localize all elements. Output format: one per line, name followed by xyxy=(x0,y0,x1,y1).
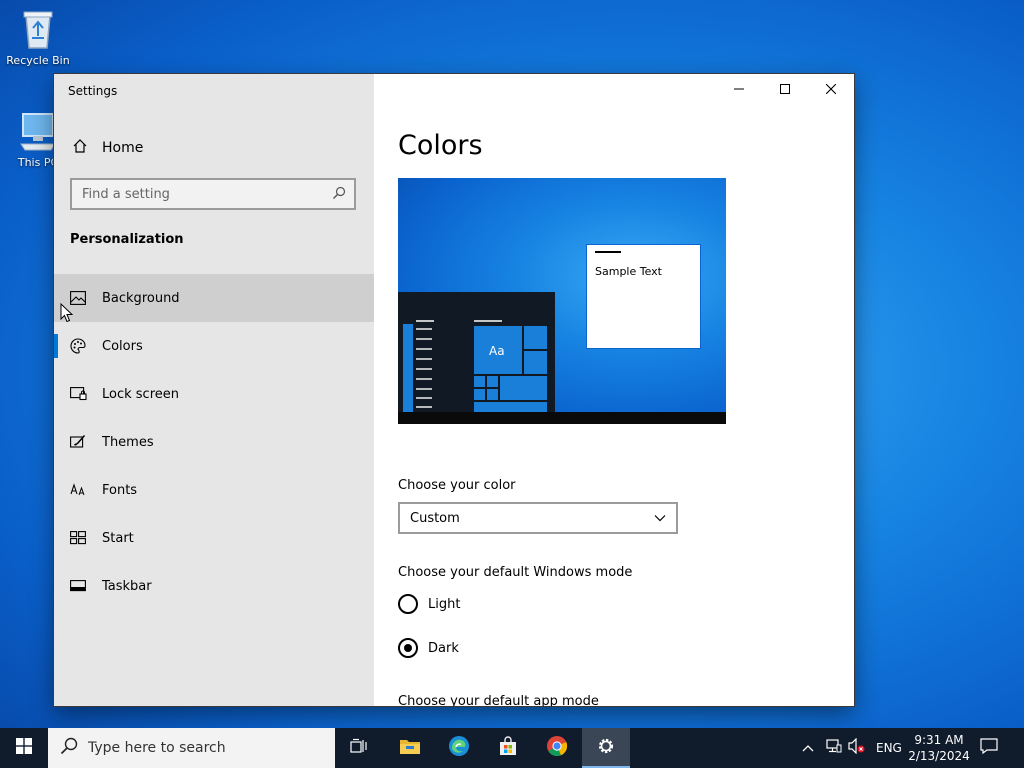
nav-item-start[interactable]: Start xyxy=(54,514,374,562)
nav-item-label: Background xyxy=(102,290,180,306)
choose-color-label: Choose your color xyxy=(398,478,516,493)
close-button[interactable] xyxy=(808,74,854,106)
color-select-value: Custom xyxy=(410,510,460,526)
search-input[interactable] xyxy=(72,180,322,208)
palette-icon xyxy=(70,338,88,354)
file-explorer-button[interactable] xyxy=(386,728,434,768)
nav-item-lock-screen[interactable]: Lock screen xyxy=(54,370,374,418)
taskbar-icon xyxy=(70,580,88,592)
edge-icon xyxy=(448,735,470,761)
color-preview: Aa Sample Text xyxy=(398,178,726,424)
find-setting-search[interactable] xyxy=(70,178,356,210)
nav-item-themes[interactable]: Themes xyxy=(54,418,374,466)
task-view-button[interactable] xyxy=(336,728,384,768)
taskbar: Type here to search ENG 9:31 AM 2/13/202… xyxy=(0,728,1024,768)
start-layout-icon xyxy=(70,531,88,545)
fonts-icon xyxy=(70,483,88,497)
nav-item-label: Themes xyxy=(102,434,154,450)
brush-icon xyxy=(70,434,88,450)
chevron-up-icon xyxy=(802,741,814,756)
close-icon xyxy=(825,83,837,98)
start-button[interactable] xyxy=(0,728,48,768)
preview-sample-window: Sample Text xyxy=(586,244,701,349)
home-label: Home xyxy=(102,140,144,156)
home-link[interactable]: Home xyxy=(54,132,374,164)
nav-item-taskbar[interactable]: Taskbar xyxy=(54,562,374,610)
preview-title-bar xyxy=(595,251,621,253)
preview-taskbar xyxy=(398,412,726,424)
navigation-pane: Settings Home Personalization Background xyxy=(54,74,374,706)
chrome-button[interactable] xyxy=(533,728,581,768)
nav-item-label: Taskbar xyxy=(102,578,152,594)
volume-button[interactable] xyxy=(848,728,866,768)
color-select-dropdown[interactable]: Custom xyxy=(398,502,678,534)
nav-item-background[interactable]: Background xyxy=(54,274,374,322)
nav-item-label: Start xyxy=(102,530,134,546)
radio-label: Dark xyxy=(428,640,459,656)
maximize-icon xyxy=(780,83,790,98)
store-button[interactable] xyxy=(484,728,532,768)
nav-item-label: Colors xyxy=(102,338,143,354)
clock-date: 2/13/2024 xyxy=(908,749,970,763)
notification-icon xyxy=(980,738,998,758)
windows-mode-label: Choose your default Windows mode xyxy=(398,565,633,580)
nav-item-colors[interactable]: Colors xyxy=(54,322,374,370)
network-button[interactable] xyxy=(826,728,842,768)
chevron-down-icon xyxy=(654,511,666,526)
task-view-icon xyxy=(350,738,370,758)
section-heading: Personalization xyxy=(70,232,184,247)
settings-window: Settings Home Personalization Background xyxy=(54,74,854,706)
desktop-icon-recycle-bin[interactable]: Recycle Bin xyxy=(0,6,76,67)
input-language[interactable]: ENG xyxy=(876,728,902,768)
app-mode-label: Choose your default app mode xyxy=(398,694,599,706)
taskbar-search-placeholder: Type here to search xyxy=(88,740,226,756)
radio-dark[interactable]: Dark xyxy=(398,638,459,658)
taskbar-search-box[interactable]: Type here to search xyxy=(48,728,335,768)
windows-logo-icon xyxy=(16,738,32,758)
volume-muted-icon xyxy=(848,737,866,758)
store-icon xyxy=(498,736,518,760)
network-icon xyxy=(826,739,842,757)
settings-taskbar-button[interactable] xyxy=(582,728,630,768)
settings-icon xyxy=(596,736,616,760)
preview-sample-text: Sample Text xyxy=(595,265,662,278)
preview-start-menu: Aa xyxy=(398,292,555,412)
selection-indicator xyxy=(54,334,58,358)
preview-tile-text: Aa xyxy=(489,344,505,358)
radio-label: Light xyxy=(428,596,461,612)
recycle-bin-icon xyxy=(15,6,61,52)
radio-button-light[interactable] xyxy=(398,594,418,614)
desktop-icon-label: Recycle Bin xyxy=(6,54,70,67)
search-icon xyxy=(60,737,78,759)
show-hidden-icons-button[interactable] xyxy=(802,728,814,768)
lock-screen-icon xyxy=(70,387,88,401)
mouse-cursor-icon xyxy=(60,303,74,323)
nav-item-label: Lock screen xyxy=(102,386,179,402)
radio-light[interactable]: Light xyxy=(398,594,460,614)
chrome-icon xyxy=(546,735,568,761)
minimize-icon xyxy=(734,83,744,98)
radio-button-dark[interactable] xyxy=(398,638,418,658)
page-title: Colors xyxy=(398,130,483,161)
nav-item-label: Fonts xyxy=(102,482,138,498)
home-icon xyxy=(72,138,88,158)
search-icon[interactable] xyxy=(332,186,346,204)
edge-button[interactable] xyxy=(435,728,483,768)
file-explorer-icon xyxy=(399,737,421,759)
clock[interactable]: 9:31 AM 2/13/2024 xyxy=(902,728,976,768)
content-pane: Colors Aa Sample Text Choose your color … xyxy=(374,74,854,706)
minimize-button[interactable] xyxy=(716,74,762,106)
window-title: Settings xyxy=(68,84,118,98)
clock-time: 9:31 AM xyxy=(914,733,964,747)
nav-item-fonts[interactable]: Fonts xyxy=(54,466,374,514)
personalization-nav-list: Background Colors Lock screen Themes Fon… xyxy=(54,274,374,610)
maximize-button[interactable] xyxy=(762,74,808,106)
action-center-button[interactable] xyxy=(980,728,1004,768)
desktop-icon-label: This PC xyxy=(17,156,59,169)
